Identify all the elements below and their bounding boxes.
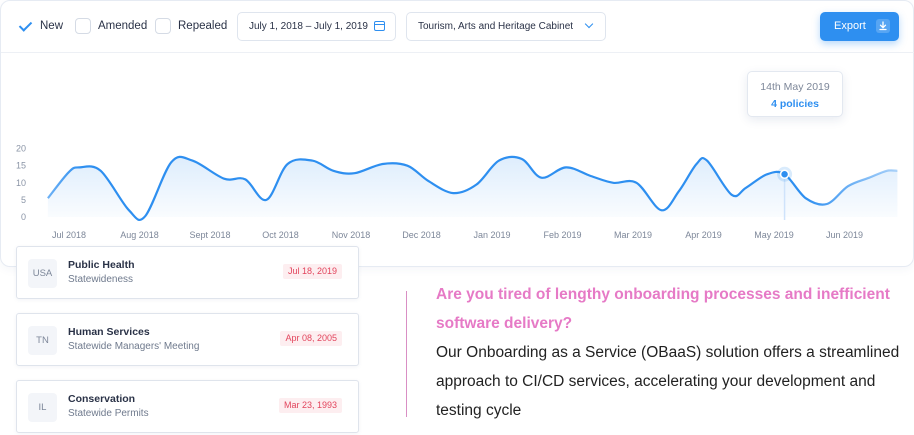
x-tick-label: Mar 2019: [614, 230, 652, 240]
tooltip-value: 4 policies: [771, 98, 819, 110]
checkbox-new-label[interactable]: New: [40, 20, 63, 32]
cabinet-select-value: Tourism, Arts and Heritage Cabinet: [418, 21, 574, 32]
tooltip-date: 14th May 2019: [760, 81, 830, 93]
date-range-picker[interactable]: July 1, 2018 – July 1, 2019: [237, 12, 396, 41]
x-tick-label: Aug 2018: [120, 230, 159, 240]
calendar-icon: [374, 21, 385, 31]
checkbox-amended[interactable]: [75, 18, 91, 34]
y-tick-label: 20: [16, 144, 26, 154]
policy-title: Public Health: [68, 259, 135, 271]
policy-date-badge: Apr 08, 2005: [280, 331, 342, 346]
export-button[interactable]: Export: [820, 12, 899, 41]
policy-subtitle: Statewide Permits: [68, 408, 149, 419]
policy-card[interactable]: TN Human Services Statewide Managers' Me…: [16, 313, 359, 366]
x-tick-label: Jan 2019: [473, 230, 510, 240]
x-tick-label: Jun 2019: [826, 230, 863, 240]
y-tick-label: 15: [16, 161, 26, 171]
x-tick-label: Apr 2019: [685, 230, 722, 240]
y-tick-label: 10: [16, 178, 26, 188]
chevron-down-icon: [584, 19, 594, 29]
promo-text: Are you tired of lengthy onboarding proc…: [436, 280, 914, 425]
highlight-point[interactable]: [779, 169, 790, 179]
x-tick-label: Sept 2018: [189, 230, 230, 240]
policy-state-code: USA: [28, 259, 57, 288]
toolbar-divider: [1, 52, 914, 53]
policy-subtitle: Statewideness: [68, 274, 134, 285]
policy-state-code: TN: [28, 326, 57, 355]
y-tick-label: 0: [21, 212, 26, 222]
cabinet-select[interactable]: Tourism, Arts and Heritage Cabinet: [406, 12, 606, 41]
policy-state-code: IL: [28, 393, 57, 422]
policy-card[interactable]: IL Conservation Statewide Permits Mar 23…: [16, 380, 359, 433]
checkbox-repealed[interactable]: [155, 18, 171, 34]
x-tick-label: Dec 2018: [402, 230, 441, 240]
policy-subtitle: Statewide Managers' Meeting: [68, 341, 200, 352]
checkbox-new[interactable]: [17, 18, 33, 34]
policy-title: Human Services: [68, 326, 150, 338]
policy-date-badge: Jul 18, 2019: [282, 264, 342, 279]
policy-date-badge: Mar 23, 1993: [278, 398, 342, 413]
x-tick-label: Oct 2018: [262, 230, 299, 240]
chart-tooltip: 14th May 2019 4 policies: [747, 71, 843, 117]
y-tick-label: 5: [21, 195, 26, 205]
filter-toolbar: New Amended Repealed July 1, 2018 – July…: [1, 1, 914, 53]
policy-title: Conservation: [68, 393, 136, 405]
promo-divider: [406, 291, 407, 417]
policy-card[interactable]: USA Public Health Statewideness Jul 18, …: [16, 246, 359, 299]
x-tick-label: Jul 2018: [52, 230, 86, 240]
checkbox-repealed-label[interactable]: Repealed: [178, 20, 227, 32]
export-button-label: Export: [834, 20, 866, 32]
download-icon: [876, 19, 890, 33]
date-range-value: July 1, 2018 – July 1, 2019: [249, 21, 368, 32]
x-tick-label: Feb 2019: [543, 230, 581, 240]
promo-body: Our Onboarding as a Service (OBaaS) solu…: [436, 344, 900, 419]
x-tick-label: May 2019: [754, 230, 794, 240]
promo-headline: Are you tired of lengthy onboarding proc…: [436, 286, 890, 332]
series-area: [47, 156, 898, 220]
checkbox-amended-label[interactable]: Amended: [98, 20, 147, 32]
x-tick-label: Nov 2018: [332, 230, 371, 240]
